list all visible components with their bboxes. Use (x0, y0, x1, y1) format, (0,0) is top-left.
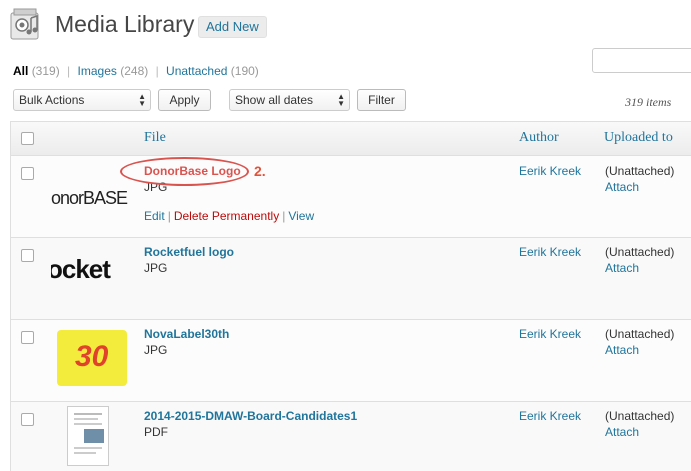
table-header: File Author Uploaded to (11, 122, 691, 156)
row-actions: Edit | Delete Permanently | View (144, 209, 314, 223)
thumbnail-rocketfuel[interactable]: ocket (51, 246, 131, 306)
row-checkbox[interactable] (21, 331, 34, 344)
highlight-oval (120, 157, 249, 186)
thumbnail-text-line (74, 447, 102, 449)
uploaded-status: (Unattached) (605, 409, 675, 423)
table-row: 2014-2015-DMAW-Board-Candidates1 PDF Eer… (11, 402, 691, 471)
filter-separator: | (67, 64, 71, 78)
table-row: onorBASE DonorBase Logo JPG Edit | Delete … (11, 156, 691, 238)
uploaded-status: (Unattached) (605, 164, 675, 178)
select-arrows-icon: ▲ ▼ (138, 92, 146, 108)
column-author[interactable]: Author (519, 130, 559, 146)
filter-separator: | (155, 64, 159, 78)
dates-value: Show all dates (235, 93, 314, 107)
bulk-actions-value: Bulk Actions (19, 93, 85, 107)
annotation-step-label: 2. (254, 163, 266, 179)
file-type: PDF (144, 425, 168, 439)
action-separator: | (167, 209, 171, 223)
dates-select[interactable]: Show all dates ▲ ▼ (229, 89, 350, 111)
author-link[interactable]: Eerik Kreek (519, 409, 581, 423)
author-link[interactable]: Eerik Kreek (519, 245, 581, 259)
column-file[interactable]: File (144, 130, 166, 146)
uploaded-status: (Unattached) (605, 327, 675, 341)
thumbnail-text-line (74, 418, 98, 420)
table-row: 30 NovaLabel30th JPG Eerik Kreek (Unatta… (11, 320, 691, 402)
filter-all[interactable]: All (13, 64, 28, 78)
filter-button[interactable]: Filter (357, 89, 406, 111)
select-all-checkbox[interactable] (21, 132, 34, 145)
attach-link[interactable]: Attach (605, 425, 639, 439)
select-arrows-icon: ▲ ▼ (337, 92, 345, 108)
table-row: ocket Rocketfuel logo JPG Eerik Kreek (U… (11, 238, 691, 320)
author-link[interactable]: Eerik Kreek (519, 327, 581, 341)
thumbnail-text-line (74, 413, 102, 415)
file-name-link[interactable]: Rocketfuel logo (144, 245, 234, 259)
file-type: JPG (144, 261, 168, 275)
delete-permanently-link[interactable]: Delete Permanently (174, 209, 279, 223)
row-checkbox[interactable] (21, 167, 34, 180)
search-input[interactable] (592, 48, 691, 73)
thumbnail-novalabel[interactable]: 30 (57, 326, 127, 386)
author-link[interactable]: Eerik Kreek (519, 164, 581, 178)
attach-link[interactable]: Attach (605, 180, 639, 194)
filter-unattached-count: (190) (230, 64, 259, 78)
thumbnail-donorbase[interactable]: onorBASE (51, 168, 131, 228)
edit-link[interactable]: Edit (144, 209, 165, 223)
file-type: JPG (144, 343, 168, 357)
media-table: File Author Uploaded to onorBASE DonorBa… (10, 121, 691, 471)
thumbnail-photo (84, 429, 104, 443)
row-checkbox[interactable] (21, 413, 34, 426)
thumbnail-30-text: 30 (75, 340, 109, 373)
bulk-actions-select[interactable]: Bulk Actions ▲ ▼ (13, 89, 151, 111)
file-name-link[interactable]: 2014-2015-DMAW-Board-Candidates1 (144, 409, 357, 423)
thumbnail-pdf-document[interactable] (67, 406, 109, 466)
items-count: 319 items (625, 95, 672, 109)
add-new-button[interactable]: Add New (198, 16, 267, 38)
filter-unattached[interactable]: Unattached (166, 64, 227, 78)
column-uploaded-to[interactable]: Uploaded to (604, 130, 673, 146)
attach-link[interactable]: Attach (605, 343, 639, 357)
attach-link[interactable]: Attach (605, 261, 639, 275)
media-library-icon (10, 8, 42, 42)
thumbnail-logo-text: ocket (51, 254, 111, 284)
page-title: Media Library (55, 11, 195, 37)
media-filter-links: All (319) | Images (248) | Unattached (1… (13, 64, 259, 78)
filter-all-count: (319) (31, 64, 60, 78)
row-checkbox[interactable] (21, 249, 34, 262)
thumbnail-text-line (74, 452, 96, 454)
filter-images[interactable]: Images (78, 64, 117, 78)
filter-images-count: (248) (120, 64, 149, 78)
file-name-link[interactable]: NovaLabel30th (144, 327, 229, 341)
uploaded-status: (Unattached) (605, 245, 675, 259)
thumbnail-logo-text: onorBASE (51, 188, 128, 208)
view-link[interactable]: View (288, 209, 314, 223)
apply-button[interactable]: Apply (158, 89, 211, 111)
action-separator: | (282, 209, 286, 223)
thumbnail-text-line (74, 423, 102, 425)
